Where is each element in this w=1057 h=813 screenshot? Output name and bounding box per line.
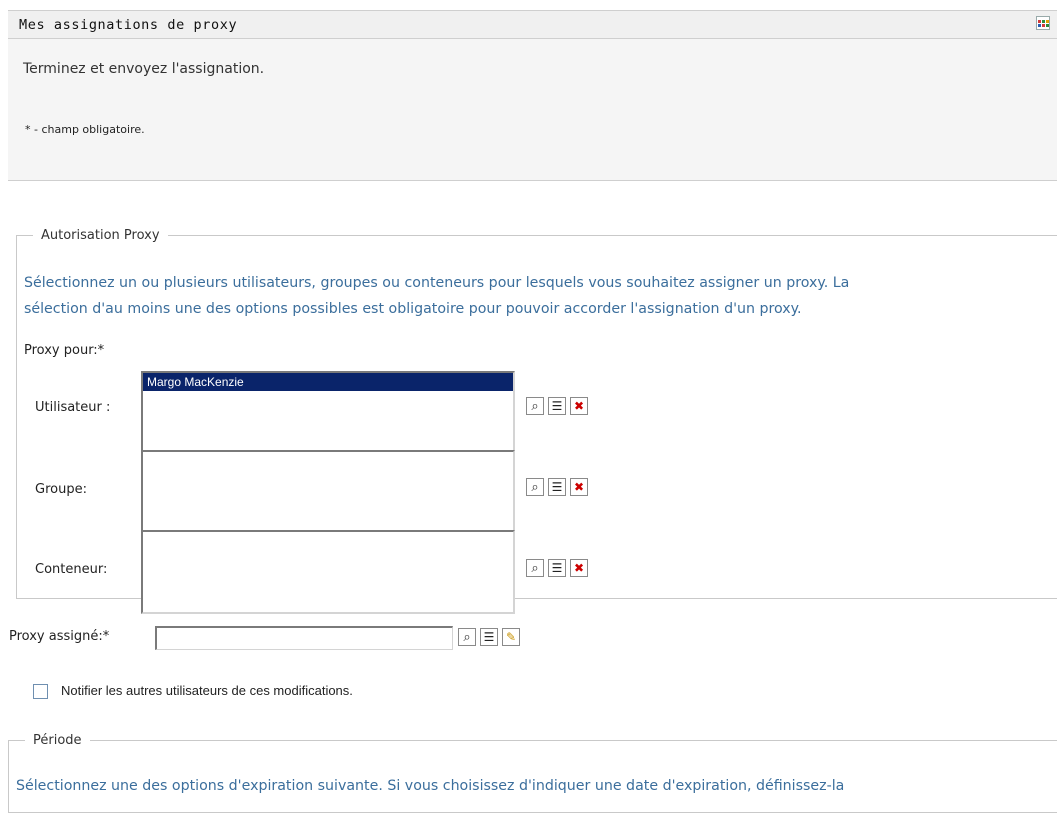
search-icon[interactable]: ⌕ bbox=[526, 478, 544, 496]
user-actions: ⌕ ☰ ✖ bbox=[526, 397, 588, 415]
user-listbox[interactable]: Margo MacKenzie bbox=[141, 371, 515, 455]
portlet-title-bar: Mes assignations de proxy bbox=[8, 10, 1057, 39]
group-label: Groupe: bbox=[35, 482, 87, 497]
history-list-icon[interactable]: ☰ bbox=[480, 628, 498, 646]
required-field-note: * - champ obligatoire. bbox=[25, 123, 145, 136]
clear-icon[interactable]: ✖ bbox=[570, 397, 588, 415]
group-actions: ⌕ ☰ ✖ bbox=[526, 478, 588, 496]
clear-icon[interactable]: ✖ bbox=[570, 559, 588, 577]
proxy-authorization-legend: Autorisation Proxy bbox=[41, 228, 160, 243]
clear-icon[interactable]: ✖ bbox=[570, 478, 588, 496]
proxy-authorization-group: Autorisation Proxy Sélectionnez un ou pl… bbox=[16, 228, 1057, 614]
container-listbox[interactable] bbox=[141, 530, 515, 614]
notify-checkbox[interactable] bbox=[33, 684, 48, 699]
search-icon[interactable]: ⌕ bbox=[458, 628, 476, 646]
history-list-icon[interactable]: ☰ bbox=[548, 559, 566, 577]
proxy-authorization-description: Sélectionnez un ou plusieurs utilisateur… bbox=[24, 275, 850, 317]
period-group: Période Sélectionnez une des options d'e… bbox=[8, 733, 1057, 813]
user-list-item[interactable]: Margo MacKenzie bbox=[143, 373, 513, 391]
grid-menu-icon[interactable] bbox=[1036, 16, 1050, 30]
user-label: Utilisateur : bbox=[35, 400, 111, 415]
search-icon[interactable]: ⌕ bbox=[526, 559, 544, 577]
period-description: Sélectionnez une des options d'expiratio… bbox=[16, 778, 845, 794]
search-icon[interactable]: ⌕ bbox=[526, 397, 544, 415]
assigned-proxy-label: Proxy assigné:* bbox=[9, 629, 110, 644]
instruction-text: Terminez et envoyez l'assignation. bbox=[23, 61, 265, 77]
container-label: Conteneur: bbox=[35, 562, 108, 577]
history-list-icon[interactable]: ☰ bbox=[548, 478, 566, 496]
proxy-for-label: Proxy pour:* bbox=[24, 343, 105, 358]
page-title: Mes assignations de proxy bbox=[19, 17, 238, 33]
assigned-proxy-input[interactable] bbox=[155, 626, 453, 650]
history-list-icon[interactable]: ☰ bbox=[548, 397, 566, 415]
period-legend: Période bbox=[33, 733, 82, 748]
group-listbox[interactable] bbox=[141, 450, 515, 534]
intro-panel: Terminez et envoyez l'assignation. * - c… bbox=[8, 39, 1057, 181]
container-actions: ⌕ ☰ ✖ bbox=[526, 559, 588, 577]
notify-label[interactable]: Notifier les autres utilisateurs de ces … bbox=[61, 683, 353, 698]
edit-icon[interactable]: ✎ bbox=[502, 628, 520, 646]
assigned-proxy-actions: ⌕ ☰ ✎ bbox=[458, 628, 520, 646]
